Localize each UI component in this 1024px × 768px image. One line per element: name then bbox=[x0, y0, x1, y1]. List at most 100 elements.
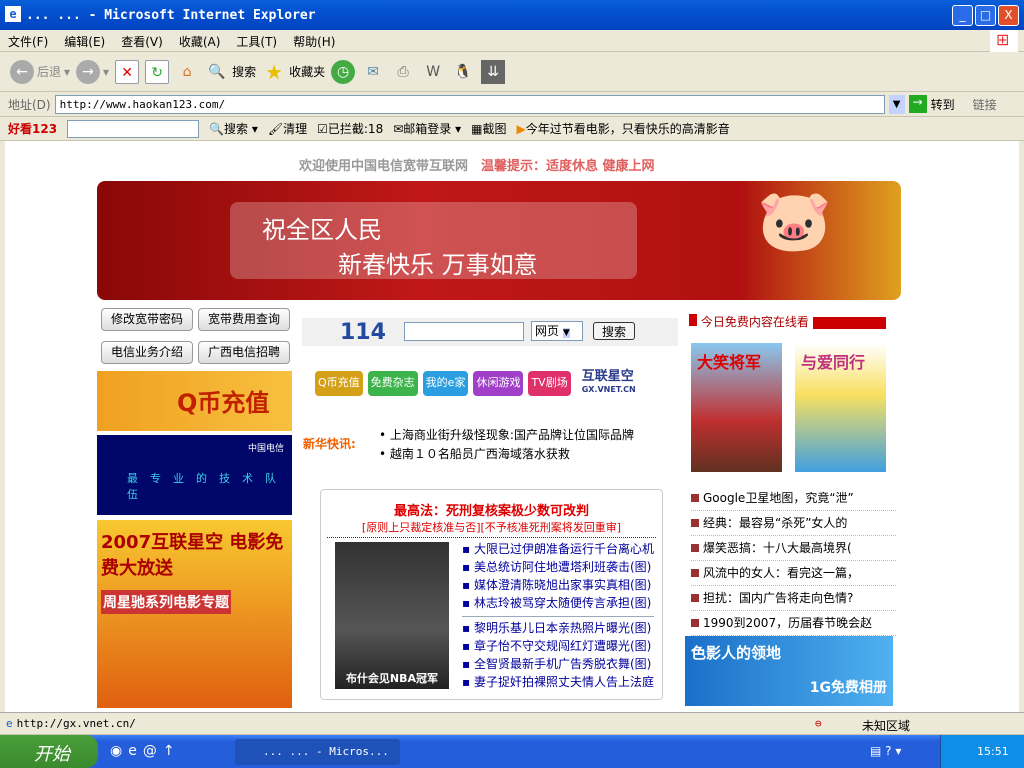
home-icon[interactable]: ⌂ bbox=[175, 60, 199, 84]
new-year-banner[interactable]: 祝全区人民 新春快乐 万事如意 🐷 bbox=[97, 181, 901, 300]
search-114-input[interactable] bbox=[404, 322, 524, 341]
mail-login-button[interactable]: ✉邮箱登录 ▾ bbox=[393, 120, 461, 137]
go-arrow-icon[interactable]: → bbox=[908, 95, 927, 113]
go-button[interactable]: 转到 bbox=[931, 96, 955, 113]
promo-link[interactable]: ▶今年过节看电影，只看快乐的高清影音 bbox=[517, 120, 730, 137]
favorites-button[interactable]: ★ 收藏夹 bbox=[262, 60, 325, 84]
screenshot-label: 截图 bbox=[482, 122, 507, 136]
poster-dasiao[interactable]: 大笑将军 bbox=[691, 343, 782, 472]
quick-link-tv[interactable]: TV剧场 bbox=[528, 371, 571, 396]
poster-yuai[interactable]: 与爱同行 bbox=[795, 343, 886, 472]
tray-icons[interactable]: ▤ ? ▾ bbox=[870, 744, 901, 758]
start-button[interactable]: 开始 bbox=[0, 735, 98, 768]
qq-penguin-icon[interactable]: 🐧 bbox=[451, 60, 475, 84]
quick-link-ehome[interactable]: 我的e家 bbox=[422, 371, 469, 396]
menu-help[interactable]: 帮助(H) bbox=[285, 30, 343, 50]
fee-query-button[interactable]: 宽带费用查询 bbox=[198, 308, 290, 331]
quick-link-games[interactable]: 休闲游戏 bbox=[473, 371, 524, 396]
taskbar-ie-window[interactable]: ... ... - Micros... bbox=[235, 739, 400, 765]
telecom-jobs-button[interactable]: 广西电信招聘 bbox=[198, 341, 290, 364]
stop-icon[interactable]: ✕ bbox=[115, 59, 140, 84]
right-news-item[interactable]: Google卫星地图，究竟“泄” bbox=[691, 486, 896, 511]
quick-links: Q币充值 免费杂志 我的e家 休闲游戏 TV剧场 互联星空 GX.VNET.CN bbox=[315, 370, 636, 396]
haokan-logo[interactable]: 好看123 bbox=[8, 120, 57, 137]
search-label: 搜索 bbox=[232, 65, 257, 79]
news-list-1: ▪ 大限已过伊朗准备运行千台离心机 ▪ 美总统访阿住地遭塔利班袭击(图) ▪ 媒… bbox=[462, 540, 654, 691]
menu-tools[interactable]: 工具(T) bbox=[228, 30, 285, 50]
news-photo[interactable]: 布什会见NBA冠军 bbox=[335, 542, 449, 689]
edit-word-icon[interactable]: W bbox=[421, 60, 445, 84]
mail-icon[interactable]: ✉ bbox=[361, 60, 385, 84]
blocked-label: 已拦截:18 bbox=[327, 122, 384, 136]
xinhua-item[interactable]: • 越南１０名船员广西海域落水获救 bbox=[379, 445, 634, 464]
xinhua-news: • 上海商业街升级怪现象:国产品牌让位国际品牌 • 越南１０名船员广西海域落水获… bbox=[379, 426, 634, 464]
play-icon: ▶ bbox=[516, 122, 526, 136]
xinhua-label: 新华快讯: bbox=[303, 437, 356, 451]
right-news-item[interactable]: 经典：最容易“杀死”女人的 bbox=[691, 511, 896, 536]
news-item[interactable]: ▪ 美总统访阿住地遭塔利班袭击(图) bbox=[462, 558, 654, 576]
quick-link-qcoin[interactable]: Q币充值 bbox=[315, 371, 363, 396]
search-114-button[interactable]: 搜索 bbox=[593, 322, 635, 340]
xinhua-item[interactable]: • 上海商业街升级怪现象:国产品牌让位国际品牌 bbox=[379, 426, 634, 445]
screenshot-button[interactable]: ▦截图 bbox=[471, 120, 506, 137]
right-news-item[interactable]: 爆笑恶搞：十八大最高境界( bbox=[691, 536, 896, 561]
address-label: 地址(D) bbox=[8, 97, 51, 112]
address-dropdown-chevron-down-icon[interactable]: ▼ bbox=[888, 94, 905, 114]
right-news-item[interactable]: 风流中的女人：看完这一篇， bbox=[691, 561, 896, 586]
haokan-search-button[interactable]: 🔍搜索 ▾ bbox=[209, 120, 258, 137]
vnet-logo[interactable]: 互联星空 GX.VNET.CN bbox=[582, 370, 636, 396]
print-icon[interactable]: ⎙ bbox=[391, 60, 415, 84]
clean-label: 清理 bbox=[283, 122, 308, 136]
standard-toolbar: ← 后退 ▾ → ▾ ✕ ↻ ⌂ 🔍 搜索 ★ 收藏夹 ◷ ✉ ⎙ W 🐧 ⇊ bbox=[0, 52, 1024, 92]
menu-file[interactable]: 文件(F) bbox=[0, 30, 56, 50]
search-type-select[interactable]: 网页 ▼ bbox=[531, 321, 583, 341]
promo-label: 今年过节看电影，只看快乐的高清影音 bbox=[525, 122, 730, 136]
popup-blocked-button[interactable]: ☑已拦截:18 bbox=[317, 120, 383, 137]
search-114-bar: 114 网页 ▼ 搜索 bbox=[302, 318, 678, 346]
change-password-button[interactable]: 修改宽带密码 bbox=[101, 308, 193, 331]
close-button[interactable]: X bbox=[998, 5, 1019, 26]
address-input[interactable]: http://www.haokan123.com/ bbox=[54, 94, 885, 114]
haokan-search-input[interactable] bbox=[67, 119, 200, 138]
news-item[interactable]: ▪ 全智贤最新手机广告秀脱衣舞(图) bbox=[462, 655, 654, 673]
qcoin-banner[interactable]: Q币充值 bbox=[97, 371, 292, 431]
forward-button[interactable]: → ▾ bbox=[76, 59, 109, 84]
vnet-2007-banner[interactable]: 2007互联星空 电影免费大放送 周星驰系列电影专题 bbox=[97, 520, 292, 708]
right-news-item[interactable]: 1990到2007，历届春节晚会赵 bbox=[691, 611, 896, 636]
right-banner-title: 色影人的领地 bbox=[691, 644, 782, 662]
promo2007b-text: 周星驰系列电影专题 bbox=[101, 590, 231, 614]
search-button[interactable]: 🔍 搜索 bbox=[205, 60, 256, 84]
news-item[interactable]: ▪ 林志玲被骂穿太随便传言承担(图) bbox=[462, 594, 654, 612]
promo2007-text: 2007互联星空 电影免费大放送 bbox=[101, 532, 284, 579]
right-news-item[interactable]: 担扰：国内广告将走向色情? bbox=[691, 586, 896, 611]
taskbar: 开始 ◉e@↑ ... ... - Micros... 15:51 ▤ ? ▾ bbox=[0, 735, 1024, 768]
menu-favorites[interactable]: 收藏(A) bbox=[171, 30, 229, 50]
right-news-list: Google卫星地图，究竟“泄” 经典：最容易“杀死”女人的 爆笑恶搞：十八大最… bbox=[691, 486, 896, 636]
right-header: 今日免费内容在线看 bbox=[689, 314, 898, 329]
news-item[interactable]: ▪ 黎明乐基儿日本亲热照片曝光(图) bbox=[462, 619, 654, 637]
quick-launch-icons[interactable]: ◉e@↑ bbox=[110, 743, 181, 759]
forward-arrow-icon: → bbox=[76, 59, 101, 84]
menu-view[interactable]: 查看(V) bbox=[113, 30, 171, 50]
links-button[interactable]: 链接 bbox=[973, 96, 997, 113]
clean-button[interactable]: 🖌清理 bbox=[268, 120, 307, 137]
telecom-banner[interactable]: 中国电信 最专业的技术队伍 bbox=[97, 435, 292, 515]
download-icon[interactable]: ⇊ bbox=[481, 59, 506, 84]
refresh-icon[interactable]: ↻ bbox=[145, 59, 170, 84]
history-icon[interactable]: ◷ bbox=[331, 59, 356, 84]
quick-link-magazine[interactable]: 免费杂志 bbox=[367, 371, 418, 396]
headline[interactable]: 最高法：死刑复核案极少数可改判 bbox=[321, 500, 662, 519]
telecom-services-button[interactable]: 电信业务介绍 bbox=[101, 341, 193, 364]
status-url: http://gx.vnet.cn/ bbox=[16, 717, 136, 730]
news-item[interactable]: ▪ 媒体澄清陈晓旭出家事实真相(图) bbox=[462, 576, 654, 594]
privacy-blocked-icon[interactable]: ⊖ bbox=[815, 717, 822, 730]
minimize-button[interactable]: _ bbox=[952, 5, 973, 26]
news-item[interactable]: ▪ 章子怡不守交规闯红灯遭曝光(图) bbox=[462, 637, 654, 655]
maximize-button[interactable]: □ bbox=[975, 5, 996, 26]
photo-album-banner[interactable]: 色影人的领地 1G免费相册 bbox=[685, 636, 893, 706]
back-button[interactable]: ← 后退 ▾ bbox=[10, 59, 70, 84]
subheadline[interactable]: [原则上只裁定核准与否][不予核准死刑案将发回重审] bbox=[327, 519, 656, 538]
news-item[interactable]: ▪ 大限已过伊朗准备运行千台离心机 bbox=[462, 540, 654, 558]
menu-edit[interactable]: 编辑(E) bbox=[56, 30, 113, 50]
news-item[interactable]: ▪ 妻子捉奸拍裸照丈夫情人告上法庭 bbox=[462, 673, 654, 691]
